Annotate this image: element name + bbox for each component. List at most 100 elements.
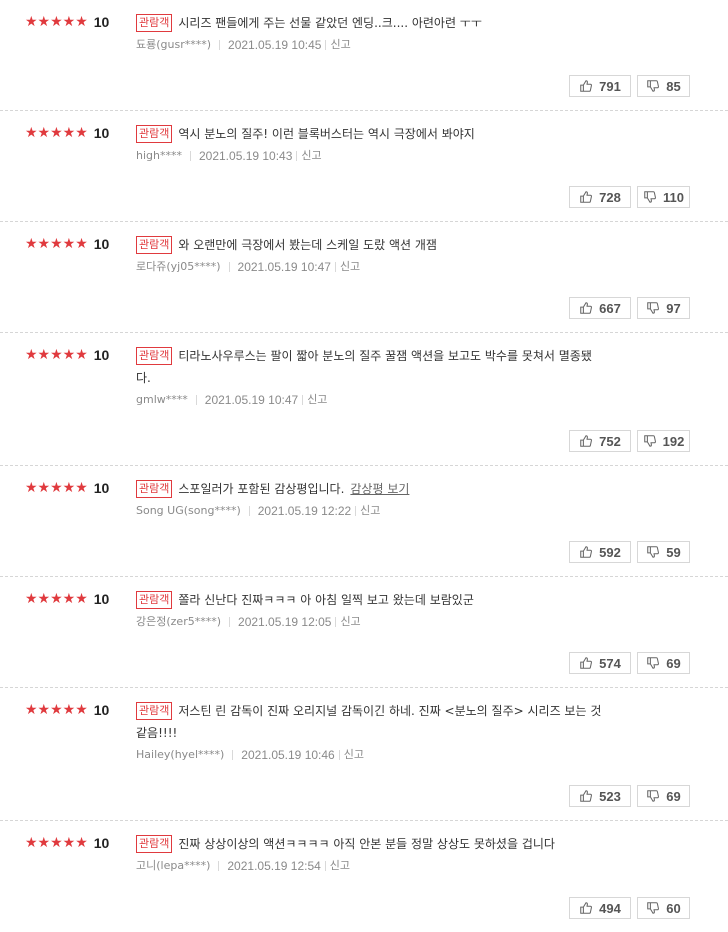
star-rating-icon: ★★★★★ [25, 702, 88, 718]
report-link[interactable]: 신고 [344, 747, 364, 763]
review-author[interactable]: gmlw**** [136, 392, 188, 408]
review-text: 저스틴 린 감독이 진짜 오리지널 감독이긴 하네. 진짜 <분노의 질주> 시… [178, 704, 602, 718]
review-item: ★★★★★ 10 관람객 역시 분노의 질주! 이런 블록버스터는 역시 극장에서… [0, 111, 728, 222]
review-item: ★★★★★ 10 관람객 진짜 상상이상의 액션ㅋㅋㅋㅋ 아직 안본 분들 정말 … [0, 821, 728, 932]
thumbs-down-icon [647, 80, 660, 92]
review-author[interactable]: 됴룡(gusr****) [136, 37, 211, 53]
like-button[interactable]: 592 [569, 541, 631, 563]
like-button[interactable]: 667 [569, 297, 631, 319]
dislike-button[interactable]: 59 [637, 541, 690, 563]
like-button[interactable]: 791 [569, 75, 631, 97]
viewer-badge: 관람객 [136, 125, 173, 143]
review-date: 2021.05.19 10:43 [198, 149, 293, 163]
thumbs-down-icon [647, 302, 660, 314]
dislike-count: 97 [666, 300, 681, 316]
like-count: 791 [599, 78, 621, 94]
meta-divider [296, 151, 298, 161]
review-text-continued: 다. [136, 371, 151, 385]
review-item: ★★★★★ 10 관람객 저스틴 린 감독이 진짜 오리지널 감독이긴 하네. 진… [0, 688, 728, 821]
review-score: ★★★★★ 10 [25, 480, 109, 496]
review-text: 시리즈 팬들에게 주는 선물 같았던 엔딩..크.... 아련아련 ㅜㅜ [178, 16, 482, 30]
review-score: ★★★★★ 10 [25, 591, 109, 607]
review-item: ★★★★★ 10 관람객 와 오랜만에 극장에서 봤는데 스케일 도랐 액션 개잼… [0, 222, 728, 333]
review-score: ★★★★★ 10 [25, 236, 109, 252]
show-spoiler-link[interactable]: 감상평 보기 [350, 482, 409, 496]
review-date: 2021.05.19 10:47 [237, 260, 331, 274]
dislike-count: 110 [663, 189, 684, 205]
like-button[interactable]: 574 [569, 652, 631, 674]
review-text: 역시 분노의 질주! 이런 블록버스터는 역시 극장에서 봐야지 [178, 127, 475, 141]
dislike-button[interactable]: 192 [637, 430, 690, 452]
review-author[interactable]: high**** [136, 148, 182, 164]
thumbs-down-icon [647, 657, 660, 669]
meta-divider [334, 262, 336, 272]
thumbs-down-icon [647, 790, 660, 802]
thumbs-down-icon [644, 191, 656, 203]
review-date: 2021.05.19 12:54 [227, 859, 321, 873]
meta-divider [219, 40, 221, 50]
report-link[interactable]: 신고 [330, 858, 350, 874]
review-text: 스포일러가 포함된 감상평입니다. [178, 482, 345, 496]
dislike-button[interactable]: 69 [637, 785, 690, 807]
dislike-button[interactable]: 97 [637, 297, 690, 319]
viewer-badge: 관람객 [136, 835, 173, 853]
review-author[interactable]: 로다쥬(yj05****) [136, 259, 221, 275]
thumbs-up-icon [580, 302, 593, 314]
dislike-count: 85 [666, 78, 681, 94]
thumbs-up-icon [580, 80, 593, 92]
dislike-count: 60 [666, 900, 681, 916]
thumbs-up-icon [580, 790, 593, 802]
thumbs-up-icon [580, 435, 593, 447]
review-item: ★★★★★ 10 관람객 티라노사우루스는 팔이 짧아 분노의 질주 꿀잼 액션을… [0, 333, 728, 466]
star-rating-icon: ★★★★★ [25, 14, 88, 30]
dislike-count: 192 [662, 433, 685, 449]
thumbs-up-icon [580, 902, 593, 914]
report-link[interactable]: 신고 [340, 259, 360, 275]
review-score: ★★★★★ 10 [25, 835, 109, 851]
meta-divider [335, 617, 337, 627]
dislike-button[interactable]: 60 [637, 897, 690, 919]
review-author[interactable]: 고니(lepa****) [136, 858, 210, 874]
score-value: 10 [93, 480, 110, 496]
score-value: 10 [93, 835, 110, 851]
like-button[interactable]: 494 [569, 897, 631, 919]
review-text: 진짜 상상이상의 액션ㅋㅋㅋㅋ 아직 안본 분들 정말 상상도 못하셨을 겁니다 [178, 837, 555, 851]
like-count: 523 [599, 788, 621, 804]
meta-divider [229, 617, 231, 627]
like-button[interactable]: 728 [569, 186, 631, 208]
meta-divider [325, 40, 327, 50]
review-author[interactable]: 강은정(zer5****) [136, 614, 221, 630]
like-button[interactable]: 752 [569, 430, 631, 452]
meta-divider [189, 151, 191, 161]
thumbs-up-icon [580, 546, 593, 558]
like-button[interactable]: 523 [569, 785, 631, 807]
thumbs-up-icon [580, 657, 593, 669]
dislike-button[interactable]: 110 [637, 186, 690, 208]
report-link[interactable]: 신고 [330, 37, 350, 53]
meta-divider [228, 262, 230, 272]
review-score: ★★★★★ 10 [25, 702, 109, 718]
review-score: ★★★★★ 10 [25, 14, 109, 30]
score-value: 10 [93, 125, 110, 141]
review-text: 와 오랜만에 극장에서 봤는데 스케일 도랐 액션 개잼 [178, 238, 437, 252]
review-date: 2021.05.19 10:46 [241, 748, 335, 762]
meta-divider [195, 395, 197, 405]
meta-divider [232, 750, 234, 760]
score-value: 10 [93, 702, 110, 718]
meta-divider [338, 750, 340, 760]
like-count: 728 [599, 189, 621, 205]
report-link[interactable]: 신고 [301, 148, 321, 164]
dislike-button[interactable]: 85 [637, 75, 690, 97]
report-link[interactable]: 신고 [360, 503, 380, 519]
report-link[interactable]: 신고 [307, 392, 327, 408]
report-link[interactable]: 신고 [340, 614, 360, 630]
review-author[interactable]: Song UG(song****) [136, 503, 241, 519]
review-author[interactable]: Hailey(hyel****) [136, 747, 224, 763]
viewer-badge: 관람객 [136, 236, 173, 254]
viewer-badge: 관람객 [136, 702, 173, 720]
review-score: ★★★★★ 10 [25, 125, 109, 141]
viewer-badge: 관람객 [136, 347, 173, 365]
dislike-button[interactable]: 69 [637, 652, 690, 674]
star-rating-icon: ★★★★★ [25, 347, 88, 363]
viewer-badge: 관람객 [136, 480, 173, 498]
